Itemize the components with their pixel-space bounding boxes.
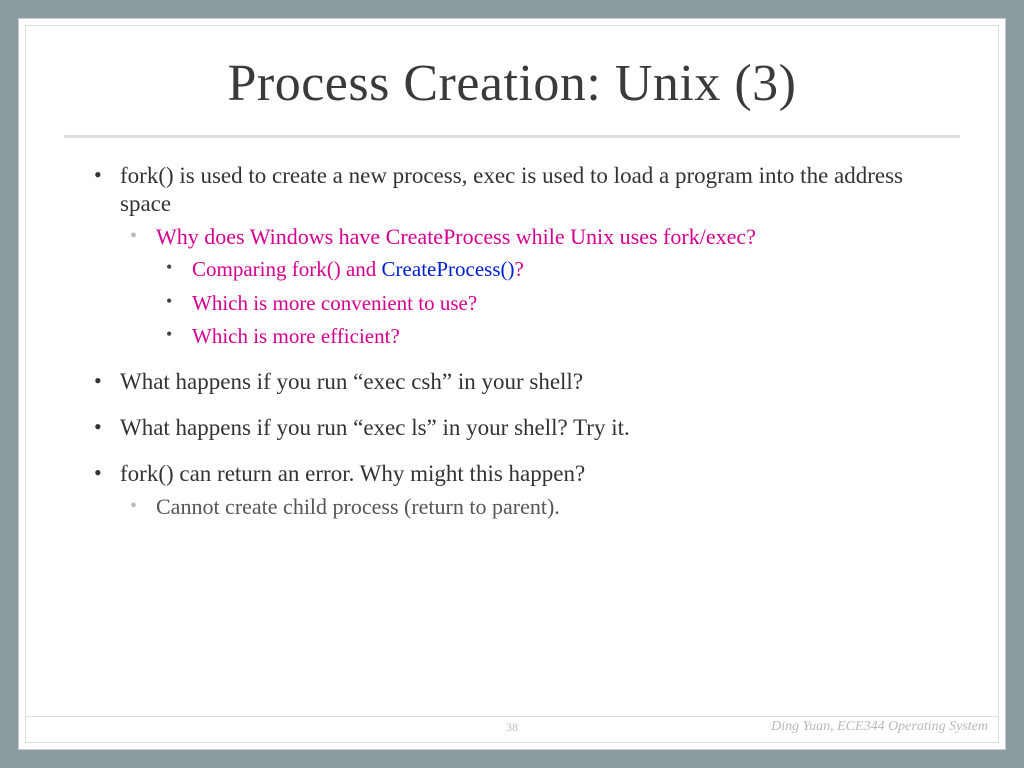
bullet-4-sub1-text: Cannot create child process (return to p… xyxy=(156,494,560,519)
bullet-4: fork() can return an error. Why might th… xyxy=(84,460,940,521)
slide-body: fork() is used to create a new process, … xyxy=(84,162,940,521)
bullet-4-sub1: Cannot create child process (return to p… xyxy=(120,494,940,521)
slide-footer: 38 Ding Yuan, ECE344 Operating System xyxy=(26,716,998,738)
bullet-1-sub1-b-text: Which is more convenient to use? xyxy=(192,291,477,315)
bullet-2: What happens if you run “exec csh” in yo… xyxy=(84,368,940,396)
bullet-4-text: fork() can return an error. Why might th… xyxy=(120,461,585,486)
bullet-1-text: fork() is used to create a new process, … xyxy=(120,163,903,216)
author-credit: Ding Yuan, ECE344 Operating System xyxy=(771,719,988,735)
bullet-1-sub1-c-text: Which is more efficient? xyxy=(192,324,400,348)
bullet-1-sub1-a: Comparing fork() and CreateProcess()? xyxy=(156,257,940,283)
bullet-1-sub1: Why does Windows have CreateProcess whil… xyxy=(120,224,940,350)
bullet-3: What happens if you run “exec ls” in you… xyxy=(84,414,940,442)
slide-title: Process Creation: Unix (3) xyxy=(84,54,940,113)
bullet-3-text: What happens if you run “exec ls” in you… xyxy=(120,415,630,440)
bullet-1-sub1-a-post: ? xyxy=(515,257,524,281)
bullet-1-sub1-a-pre: Comparing fork() and xyxy=(192,257,382,281)
divider xyxy=(64,135,960,138)
page-number: 38 xyxy=(506,720,518,735)
bullet-1-sub1-c: Which is more efficient? xyxy=(156,324,940,350)
bullet-1-sub1-b: Which is more convenient to use? xyxy=(156,291,940,317)
createprocess-link[interactable]: CreateProcess() xyxy=(382,257,515,281)
bullet-1-sub1-text: Why does Windows have CreateProcess whil… xyxy=(156,224,756,249)
slide-inner: Process Creation: Unix (3) fork() is use… xyxy=(25,25,999,743)
slide: Process Creation: Unix (3) fork() is use… xyxy=(18,18,1006,750)
bullet-2-text: What happens if you run “exec csh” in yo… xyxy=(120,369,583,394)
bullet-1: fork() is used to create a new process, … xyxy=(84,162,940,350)
